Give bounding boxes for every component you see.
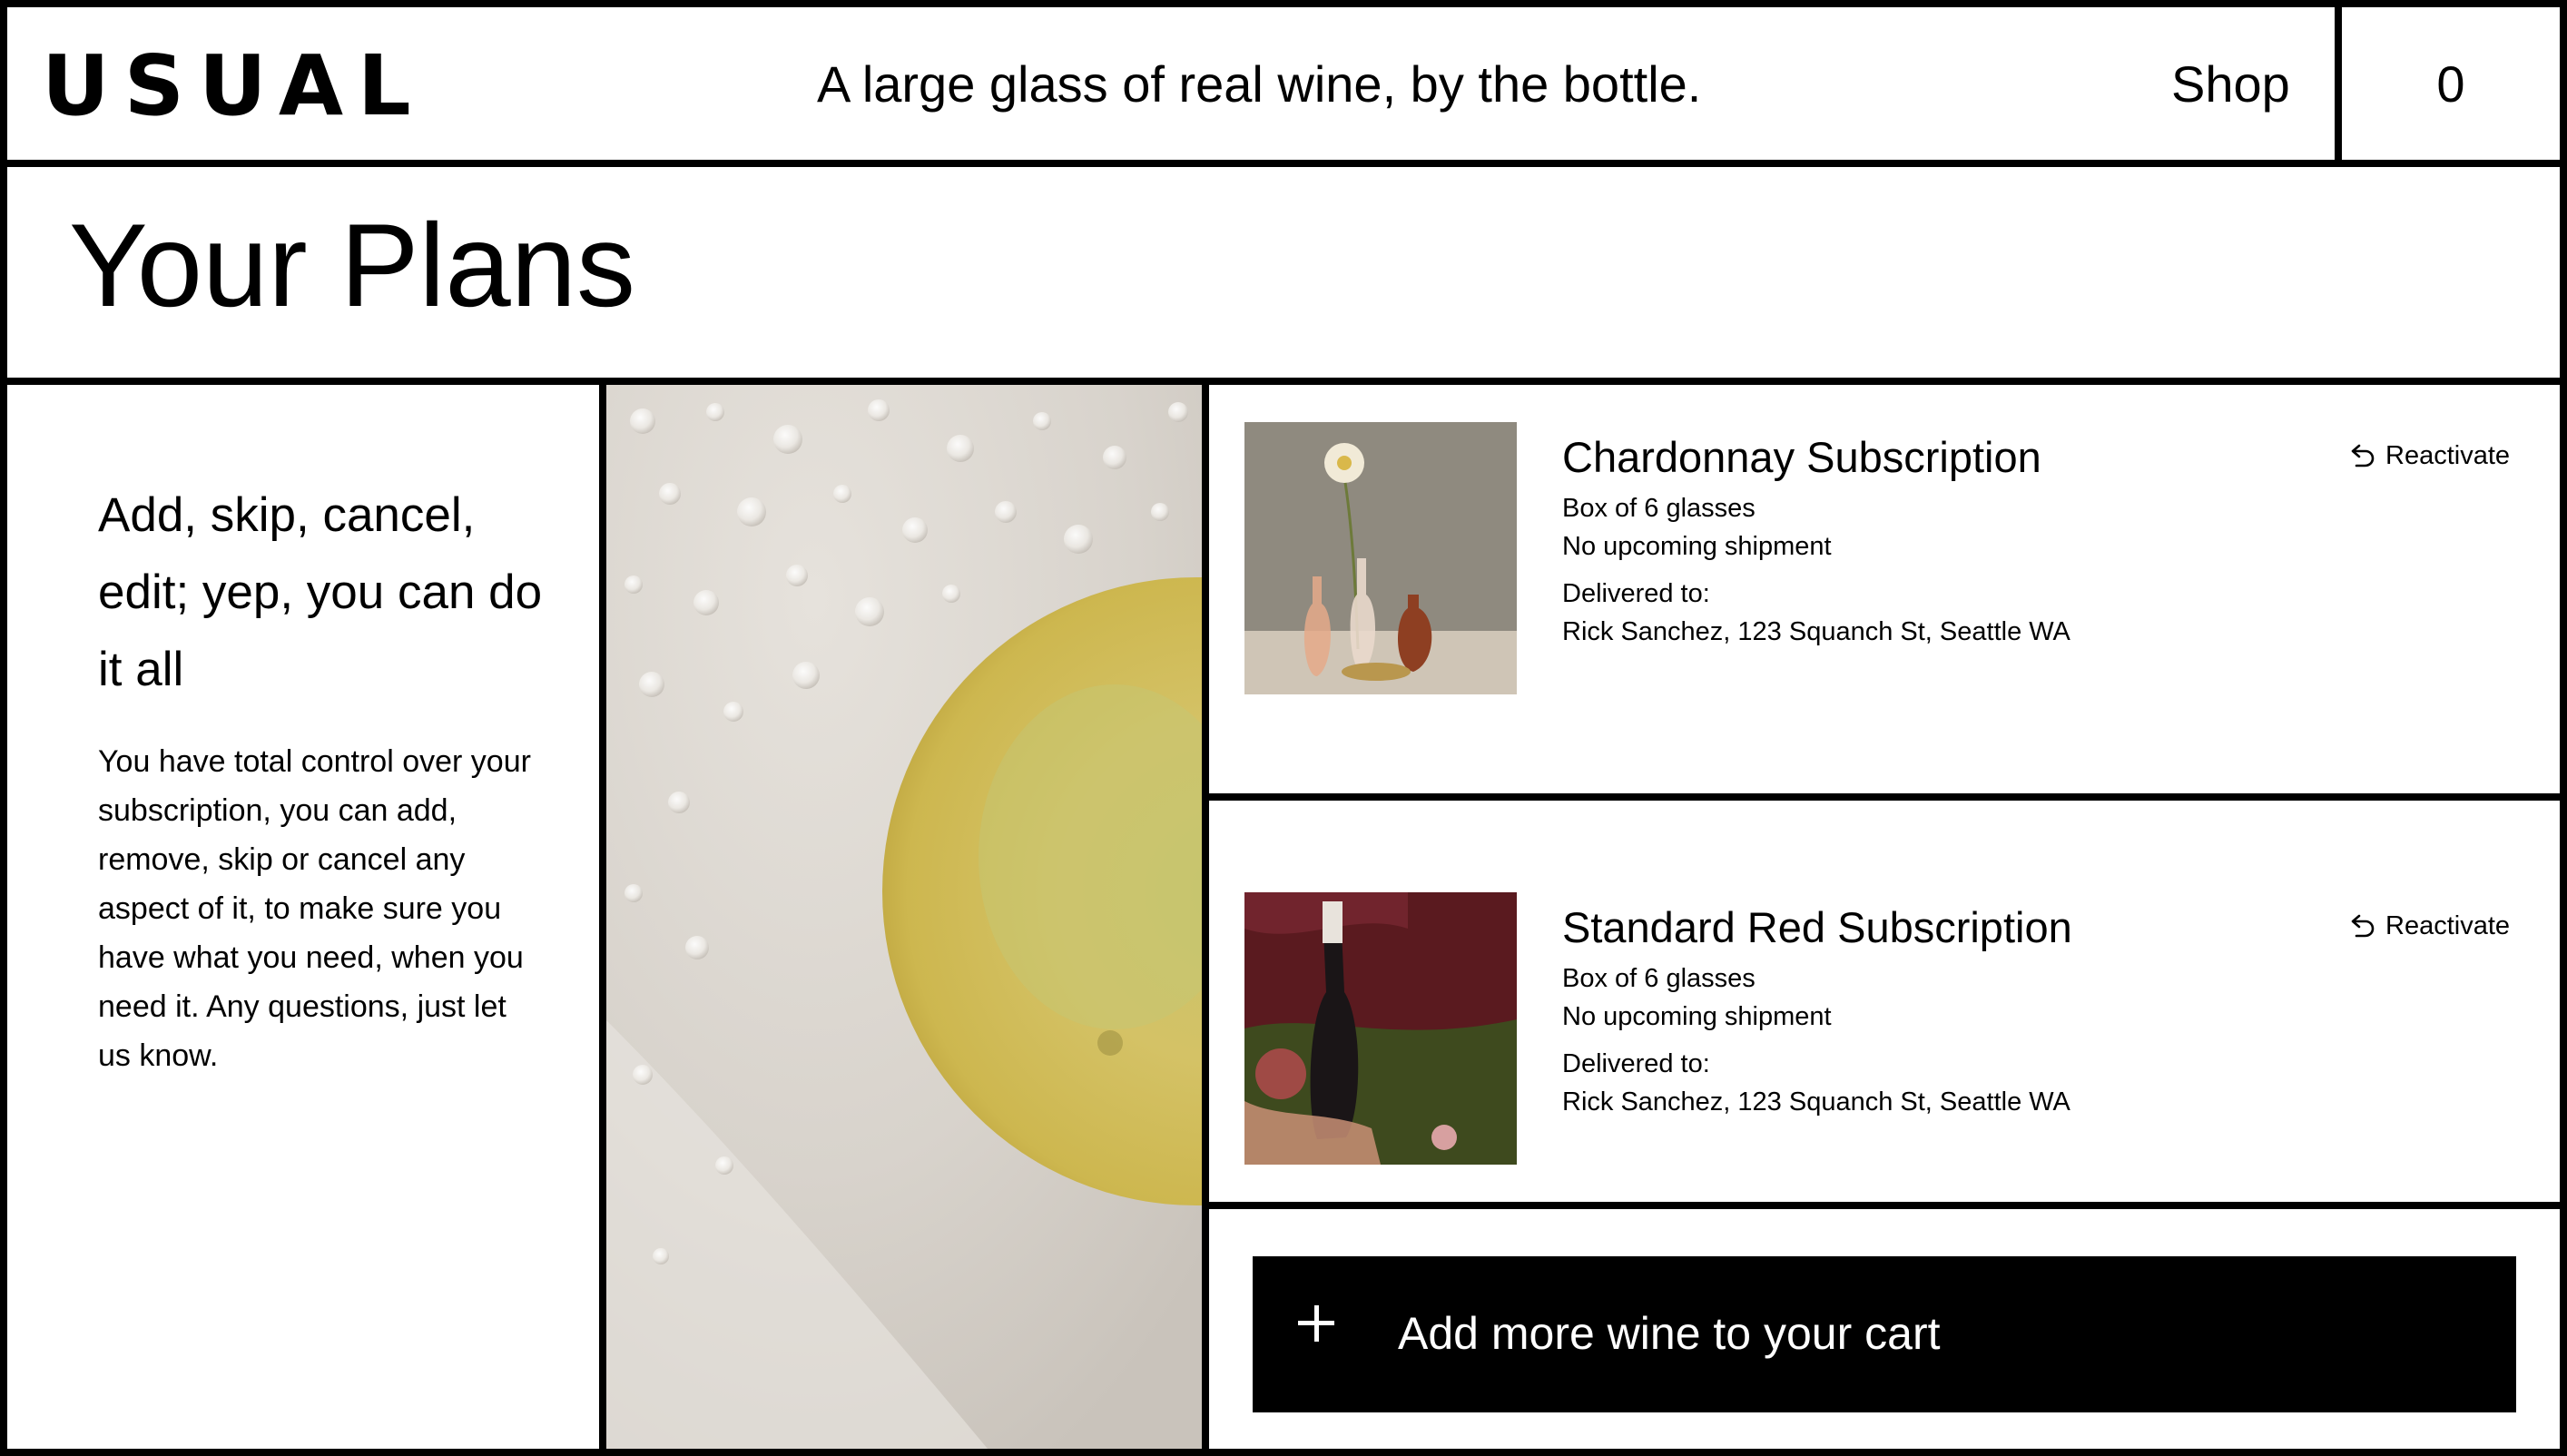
apple-photo [606,385,1202,1449]
reactivate-standard-red-button[interactable]: Reactivate [2347,909,2510,943]
intro-body: You have total control over your subscri… [98,744,531,1073]
header-divider [0,160,2567,167]
photo-column-divider [1202,381,1209,1456]
plan-box-size: Box of 6 glasses [1562,494,1756,523]
plan-delivery-address: Rick Sanchez, 123 Squanch St, Seattle WA [1562,617,2070,646]
standard-red-thumbnail [1244,892,1517,1165]
plan-name: Chardonnay Subscription [1562,433,2041,481]
plan-delivery-address: Rick Sanchez, 123 Squanch St, Seattle WA [1562,1087,2070,1117]
brand-logo[interactable]: USUAL [42,36,426,136]
add-more-label: Add more wine to your cart [1398,1308,1941,1359]
undo-arrow-icon [2347,441,2376,470]
plus-icon [1296,1304,1336,1343]
chardonnay-thumbnail [1244,422,1517,694]
reactivate-chardonnay-button[interactable]: Reactivate [2347,438,2510,473]
reactivate-label: Reactivate [2385,441,2511,470]
plan-delivered-label: Delivered to: [1562,579,1710,608]
cart-count-button[interactable]: 0 [2342,45,2560,123]
left-column-divider [599,381,606,1456]
title-divider [0,378,2567,385]
plan-name: Standard Red Subscription [1562,903,2072,951]
add-more-wine-button[interactable]: Add more wine to your cart [1253,1256,2516,1412]
plan-card-divider [1205,793,2567,801]
header-cart-divider [2335,0,2342,163]
intro-heading: Add, skip, cancel, edit; yep, you can do… [98,488,543,696]
page-title: Your Plans [69,199,635,331]
plan-shipment-status: No upcoming shipment [1562,532,1832,561]
reactivate-label: Reactivate [2385,911,2511,940]
plan-shipment-status: No upcoming shipment [1562,1002,1832,1031]
plans-footer-divider [1205,1202,2567,1209]
plan-delivered-label: Delivered to: [1562,1049,1710,1078]
header-tagline: A large glass of real wine, by the bottl… [817,55,1702,113]
shop-link[interactable]: Shop [2171,53,2290,116]
plan-box-size: Box of 6 glasses [1562,964,1756,993]
undo-arrow-icon [2347,911,2376,940]
